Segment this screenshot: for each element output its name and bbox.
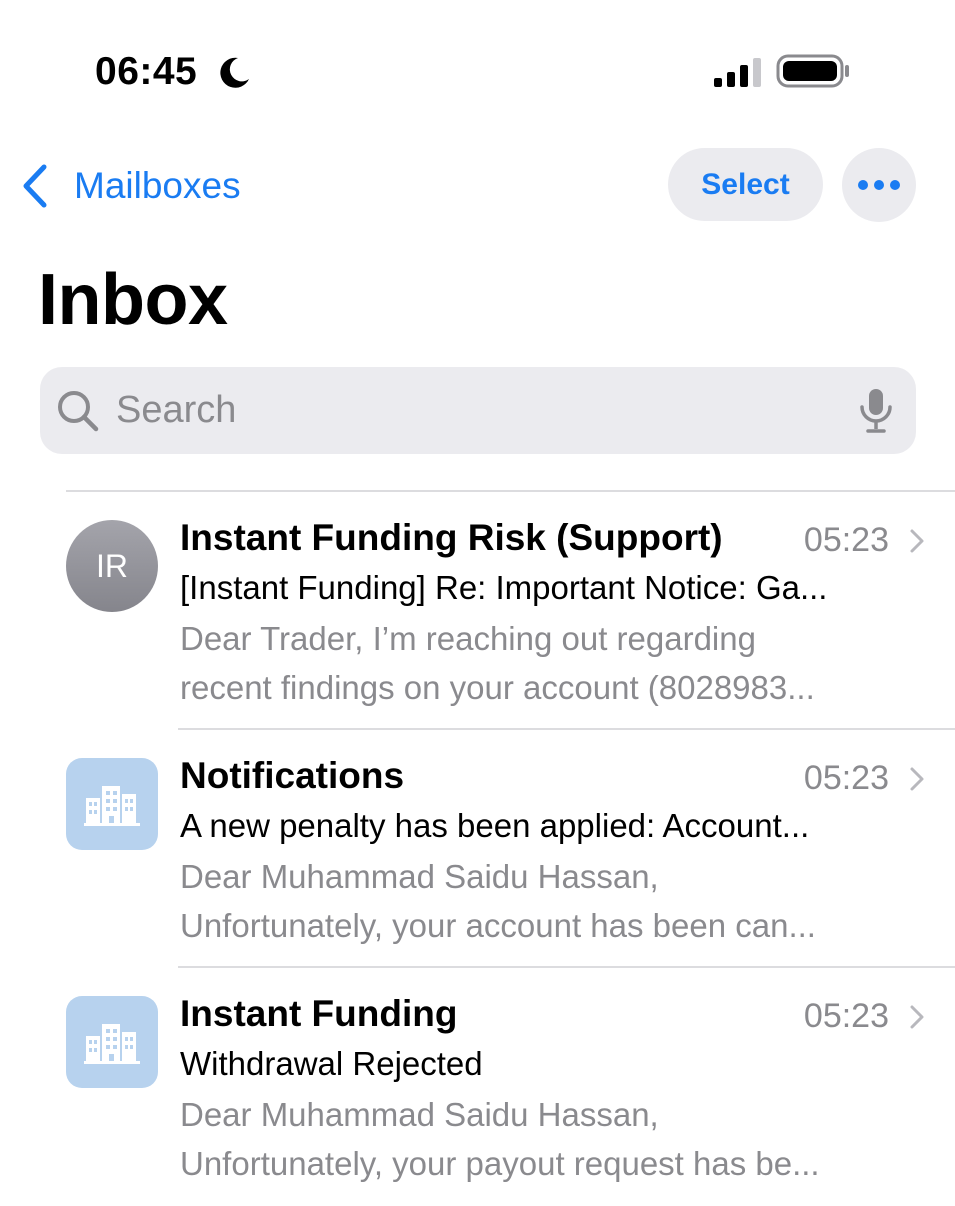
email-preview-line: recent findings on your account (8028983…	[180, 669, 815, 706]
battery-icon	[776, 54, 849, 88]
email-subject: [Instant Funding] Re: Important Notice: …	[180, 569, 828, 606]
ellipsis-icon	[858, 180, 900, 190]
email-preview-line: Dear Muhammad Saidu Hassan,	[180, 1096, 659, 1133]
back-button-label: Mailboxes	[74, 165, 241, 206]
status-bar: 06:45	[0, 0, 955, 130]
page-title: Inbox	[38, 260, 228, 340]
chevron-right-icon	[910, 529, 924, 553]
email-sender: Notifications	[180, 755, 405, 796]
chevron-left-icon	[23, 164, 47, 208]
chevron-right-icon	[910, 1005, 924, 1029]
email-preview-line: Dear Trader, I’m reaching out regarding	[180, 620, 756, 657]
email-preview-line: Unfortunately, your payout request has b…	[180, 1145, 820, 1182]
email-preview-line: Dear Muhammad Saidu Hassan,	[180, 858, 659, 895]
building-icon	[84, 1024, 140, 1064]
avatar: IR	[66, 520, 158, 612]
email-sender: Instant Funding Risk (Support)	[180, 517, 723, 558]
search-input[interactable]	[116, 367, 816, 454]
email-row[interactable]: Notifications 05:23 A new penalty has be…	[0, 730, 955, 968]
avatar	[66, 996, 158, 1088]
email-time: 05:23	[803, 997, 889, 1035]
microphone-icon[interactable]	[856, 387, 896, 435]
avatar	[66, 758, 158, 850]
email-preview: Dear Trader, I’m reaching out regarding …	[180, 614, 920, 712]
email-time: 05:23	[803, 521, 889, 559]
email-preview-line: Unfortunately, your account has been can…	[180, 907, 816, 944]
more-options-button[interactable]	[842, 148, 916, 222]
building-icon	[84, 786, 140, 826]
email-preview: Dear Muhammad Saidu Hassan, Unfortunatel…	[180, 1090, 920, 1188]
select-button[interactable]: Select	[668, 148, 823, 221]
navigation-bar: Mailboxes Select	[0, 140, 955, 230]
chevron-right-icon	[910, 767, 924, 791]
email-row[interactable]: IR Instant Funding Risk (Support) 05:23 …	[0, 492, 955, 730]
avatar-initials: IR	[96, 547, 128, 584]
back-to-mailboxes-button[interactable]: Mailboxes	[18, 158, 241, 214]
email-row[interactable]: Instant Funding 05:23 Withdrawal Rejecte…	[0, 968, 955, 1206]
email-subject: Withdrawal Rejected	[180, 1045, 483, 1082]
search-icon	[58, 391, 99, 432]
email-subject: A new penalty has been applied: Account.…	[180, 807, 810, 844]
email-sender: Instant Funding	[180, 993, 458, 1034]
search-bar[interactable]	[40, 367, 916, 454]
email-preview: Dear Muhammad Saidu Hassan, Unfortunatel…	[180, 852, 920, 950]
email-time: 05:23	[803, 759, 889, 797]
moon-icon	[220, 57, 249, 88]
cellular-signal-icon	[714, 58, 761, 87]
status-time: 06:45	[95, 50, 198, 93]
